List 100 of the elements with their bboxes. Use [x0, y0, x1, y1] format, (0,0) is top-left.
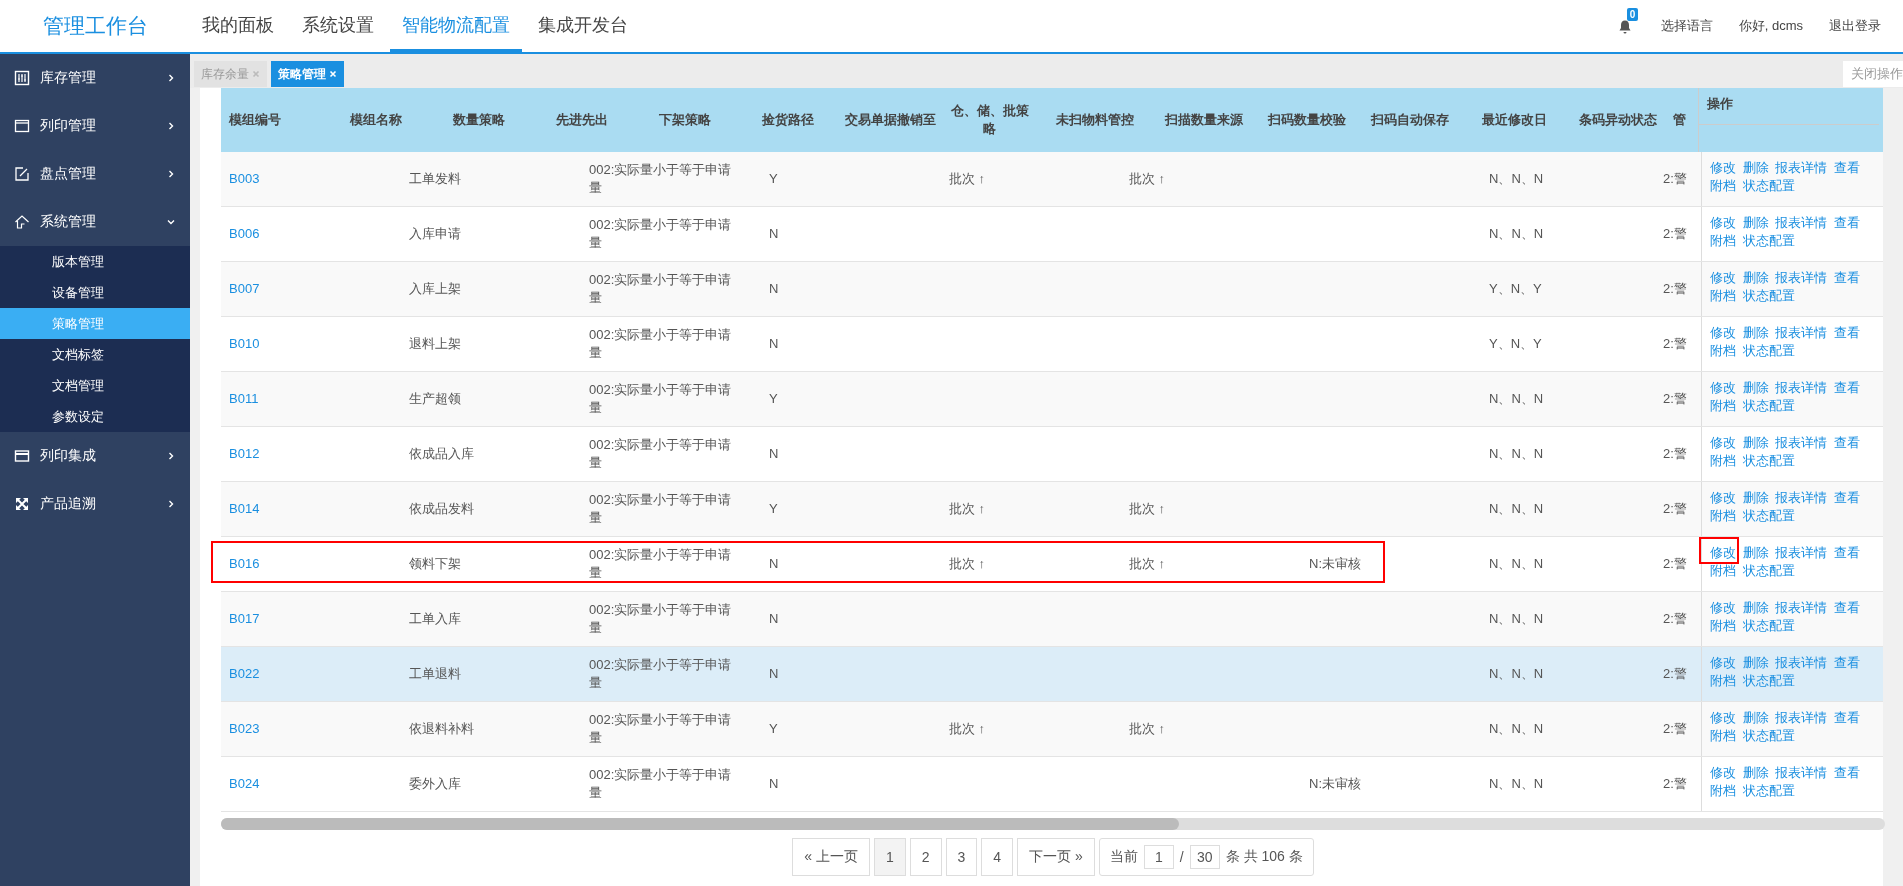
- action-link[interactable]: 状态配置: [1742, 673, 1795, 688]
- action-link[interactable]: 附档: [1710, 673, 1736, 688]
- module-code-link[interactable]: B016: [229, 555, 260, 573]
- sidebar-item[interactable]: 盘点管理: [0, 150, 190, 198]
- action-link[interactable]: 查看: [1833, 215, 1860, 230]
- action-link[interactable]: 附档: [1710, 288, 1736, 303]
- action-link[interactable]: 删除: [1742, 490, 1769, 505]
- action-link[interactable]: 修改: [1710, 490, 1736, 505]
- page-tab[interactable]: 库存余量: [194, 61, 267, 87]
- app-logo[interactable]: 管理工作台: [0, 12, 190, 40]
- action-link[interactable]: 报表详情: [1775, 380, 1828, 395]
- action-link[interactable]: 查看: [1833, 490, 1860, 505]
- action-link[interactable]: 报表详情: [1775, 545, 1828, 560]
- action-link[interactable]: 查看: [1833, 600, 1860, 615]
- action-link[interactable]: 报表详情: [1775, 600, 1828, 615]
- module-code-link[interactable]: B012: [229, 445, 260, 463]
- action-link[interactable]: 删除: [1742, 325, 1769, 340]
- header-link[interactable]: 你好, dcms: [1738, 17, 1803, 35]
- sidebar-subitem[interactable]: 版本管理: [0, 246, 190, 277]
- action-link[interactable]: 查看: [1833, 765, 1860, 780]
- page-button[interactable]: 2: [909, 838, 942, 876]
- action-link[interactable]: 附档: [1710, 343, 1736, 358]
- header-link[interactable]: 选择语言: [1660, 17, 1713, 35]
- sidebar-subitem[interactable]: 文档标签: [0, 339, 190, 370]
- module-code-link[interactable]: B017: [229, 610, 260, 628]
- nav-tab[interactable]: 我的面板: [190, 0, 286, 52]
- action-link[interactable]: 查看: [1833, 380, 1860, 395]
- sidebar-item[interactable]: 库存管理: [0, 54, 190, 102]
- action-link[interactable]: 修改: [1710, 545, 1736, 560]
- horizontal-scrollbar[interactable]: [221, 818, 1885, 830]
- header-link[interactable]: 退出登录: [1829, 17, 1881, 35]
- action-link[interactable]: 修改: [1710, 270, 1736, 285]
- action-link[interactable]: 状态配置: [1742, 508, 1795, 523]
- action-link[interactable]: 附档: [1710, 398, 1736, 413]
- column-header[interactable]: 模组编号: [229, 111, 281, 129]
- action-link[interactable]: 删除: [1742, 765, 1769, 780]
- action-link[interactable]: 修改: [1710, 160, 1736, 175]
- action-link[interactable]: 查看: [1833, 435, 1860, 450]
- action-link[interactable]: 状态配置: [1742, 618, 1795, 633]
- action-link[interactable]: 报表详情: [1775, 270, 1828, 285]
- action-link[interactable]: 附档: [1710, 618, 1736, 633]
- action-link[interactable]: 修改: [1710, 655, 1736, 670]
- action-link[interactable]: 修改: [1710, 600, 1736, 615]
- action-link[interactable]: 状态配置: [1742, 178, 1795, 193]
- column-header[interactable]: 扫描数量来源: [1164, 111, 1243, 129]
- module-code-link[interactable]: B007: [229, 280, 260, 298]
- action-link[interactable]: 报表详情: [1775, 160, 1828, 175]
- action-link[interactable]: 查看: [1833, 270, 1860, 285]
- action-link[interactable]: 修改: [1710, 435, 1736, 450]
- action-link[interactable]: 查看: [1833, 160, 1860, 175]
- column-header[interactable]: 管: [1673, 111, 1686, 129]
- column-header[interactable]: 未扫物料管控: [1055, 111, 1134, 129]
- action-link[interactable]: 修改: [1710, 710, 1736, 725]
- close-actions-button[interactable]: 关闭操作: [1843, 61, 1903, 87]
- action-link[interactable]: 附档: [1710, 508, 1736, 523]
- action-link[interactable]: 删除: [1742, 545, 1769, 560]
- action-link[interactable]: 查看: [1833, 545, 1860, 560]
- column-header[interactable]: 仓、储、批策略: [946, 102, 1033, 138]
- page-tab[interactable]: 策略管理: [271, 61, 344, 87]
- column-header[interactable]: 下架策略: [658, 111, 711, 129]
- action-link[interactable]: 修改: [1710, 215, 1736, 230]
- column-header[interactable]: 先进先出: [555, 111, 608, 129]
- action-link[interactable]: 报表详情: [1775, 655, 1828, 670]
- page-button[interactable]: 4: [981, 838, 1014, 876]
- sidebar-subitem[interactable]: 设备管理: [0, 277, 190, 308]
- column-header[interactable]: 捡货路径: [761, 111, 814, 129]
- column-header[interactable]: 条码异动状态: [1578, 111, 1657, 129]
- action-link[interactable]: 查看: [1833, 325, 1860, 340]
- action-link[interactable]: 删除: [1742, 380, 1769, 395]
- sidebar-subitem[interactable]: 策略管理: [0, 308, 190, 339]
- action-link[interactable]: 附档: [1710, 728, 1736, 743]
- nav-tab[interactable]: 集成开发台: [526, 0, 640, 52]
- module-code-link[interactable]: B006: [229, 225, 260, 243]
- sidebar-item[interactable]: 列印集成: [0, 432, 190, 480]
- action-link[interactable]: 状态配置: [1742, 343, 1795, 358]
- action-link[interactable]: 附档: [1710, 178, 1736, 193]
- column-header[interactable]: 数量策略: [452, 111, 505, 129]
- action-link[interactable]: 报表详情: [1775, 435, 1828, 450]
- sidebar-item[interactable]: 产品追溯: [0, 480, 190, 528]
- action-link[interactable]: 删除: [1742, 655, 1769, 670]
- sidebar-item[interactable]: 列印管理: [0, 102, 190, 150]
- column-header[interactable]: 扫码自动保存: [1371, 111, 1449, 129]
- action-link[interactable]: 删除: [1742, 435, 1769, 450]
- current-page-field[interactable]: 1: [1143, 845, 1174, 869]
- bell-icon[interactable]: [1616, 19, 1633, 35]
- action-link[interactable]: 附档: [1710, 783, 1736, 798]
- action-link[interactable]: 状态配置: [1742, 563, 1795, 578]
- module-code-link[interactable]: B010: [229, 335, 260, 353]
- module-code-link[interactable]: B011: [229, 390, 259, 408]
- action-link[interactable]: 状态配置: [1742, 783, 1795, 798]
- column-header[interactable]: 最近修改日: [1481, 111, 1547, 129]
- sidebar-item[interactable]: 系统管理: [0, 198, 190, 246]
- page-button[interactable]: 3: [945, 838, 978, 876]
- column-header[interactable]: 扫码数量校验: [1267, 111, 1346, 129]
- action-link[interactable]: 删除: [1742, 710, 1769, 725]
- action-link[interactable]: 附档: [1710, 563, 1736, 578]
- action-link[interactable]: 修改: [1710, 380, 1736, 395]
- next-page-button[interactable]: 下一页 »: [1017, 838, 1095, 876]
- action-link[interactable]: 附档: [1710, 453, 1736, 468]
- action-link[interactable]: 状态配置: [1742, 233, 1795, 248]
